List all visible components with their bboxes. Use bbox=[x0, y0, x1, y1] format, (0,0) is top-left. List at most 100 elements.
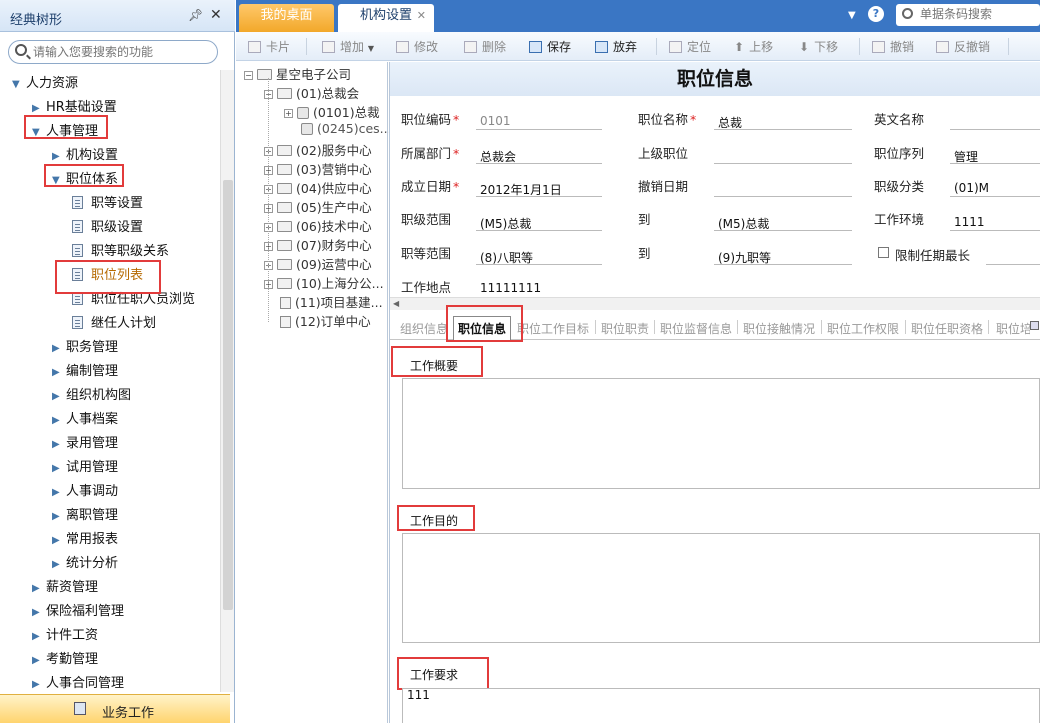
org-tree-node[interactable]: + (09)运营中心 bbox=[264, 254, 372, 272]
chevron-right-icon[interactable]: ▶ bbox=[52, 463, 66, 474]
nav-item[interactable]: ▶ 职务管理 bbox=[52, 336, 118, 358]
chevron-right-icon[interactable]: ▶ bbox=[32, 679, 46, 690]
chevron-right-icon[interactable]: ▶ bbox=[32, 655, 46, 666]
name-field[interactable]: 总裁 bbox=[714, 110, 852, 130]
org-tree-node[interactable]: (0245)ces... bbox=[301, 121, 392, 139]
nav-item[interactable]: ▶ 薪资管理 bbox=[32, 576, 98, 598]
chevron-down-icon[interactable]: ▼ bbox=[12, 79, 26, 90]
function-search-box[interactable] bbox=[8, 40, 218, 64]
nav-item[interactable]: ▼ 人力资源 bbox=[12, 72, 78, 94]
save-button[interactable]: 保存 bbox=[529, 38, 571, 55]
cancel-date-field[interactable] bbox=[714, 177, 852, 197]
nav-item[interactable]: ▶ 试用管理 bbox=[52, 456, 118, 478]
tab-dropdown-icon[interactable]: ▼ bbox=[848, 10, 856, 21]
subtab-training[interactable]: 职位培 bbox=[996, 320, 1030, 337]
scroll-left-icon[interactable]: ◀ bbox=[393, 299, 399, 308]
chevron-right-icon[interactable]: ▶ bbox=[52, 343, 66, 354]
chevron-right-icon[interactable]: ▶ bbox=[52, 439, 66, 450]
grade-range-to-field[interactable]: (9)九职等 bbox=[714, 245, 852, 265]
org-tree-node[interactable]: + (10)上海分公... bbox=[264, 273, 384, 291]
chevron-right-icon[interactable]: ▶ bbox=[52, 367, 66, 378]
org-tree-node[interactable]: + (0101)总裁 bbox=[284, 102, 380, 120]
delete-button[interactable]: 删除 bbox=[464, 38, 506, 55]
chevron-right-icon[interactable]: ▶ bbox=[52, 415, 66, 426]
nav-item[interactable]: 职等职级关系 bbox=[72, 240, 169, 262]
chevron-right-icon[interactable]: ▶ bbox=[32, 103, 46, 114]
limit-tenure-checkbox[interactable] bbox=[878, 247, 889, 258]
function-search-input[interactable] bbox=[33, 44, 213, 60]
tab-my-desktop[interactable]: 我的桌面 bbox=[239, 4, 334, 32]
tab-close-icon[interactable]: ✕ bbox=[417, 4, 426, 28]
modify-button[interactable]: 修改 bbox=[396, 38, 438, 55]
nav-item[interactable]: 职级设置 bbox=[72, 216, 143, 238]
close-icon[interactable]: ✕ bbox=[210, 7, 222, 23]
revoke-button[interactable]: 撤销 bbox=[872, 38, 914, 55]
subtab-duties[interactable]: 职位职责 bbox=[601, 320, 649, 337]
chevron-right-icon[interactable]: ▶ bbox=[52, 487, 66, 498]
requirements-textarea[interactable]: 111 bbox=[402, 688, 1040, 723]
nav-item[interactable]: ▶ 统计分析 bbox=[52, 552, 118, 574]
work-place-field[interactable]: 11111111 bbox=[476, 277, 602, 297]
nav-item[interactable]: ▶ 计件工资 bbox=[32, 624, 98, 646]
org-tree-node[interactable]: − (01)总裁会 bbox=[264, 83, 359, 101]
purpose-textarea[interactable] bbox=[402, 533, 1040, 643]
expand-icon[interactable]: + bbox=[284, 109, 293, 118]
org-tree-node[interactable]: + (02)服务中心 bbox=[264, 140, 372, 158]
parent-position-field[interactable] bbox=[714, 144, 852, 164]
unrevoke-button[interactable]: 反撤销 bbox=[936, 38, 990, 55]
nav-item[interactable]: ▶ 常用报表 bbox=[52, 528, 118, 550]
org-tree-node[interactable]: + (06)技术中心 bbox=[264, 216, 372, 234]
barcode-search-box[interactable] bbox=[896, 4, 1040, 26]
sequence-field[interactable]: 管理 bbox=[950, 144, 1040, 164]
subtab-authority[interactable]: 职位工作权限 bbox=[827, 320, 899, 337]
org-tree-node[interactable]: (12)订单中心 bbox=[280, 311, 371, 329]
org-tree-node[interactable]: + (05)生产中心 bbox=[264, 197, 372, 215]
chevron-right-icon[interactable]: ▶ bbox=[52, 391, 66, 402]
nav-item[interactable]: 职等设置 bbox=[72, 192, 143, 214]
rank-class-field[interactable]: (01)M bbox=[950, 177, 1040, 197]
locate-button[interactable]: 定位 bbox=[669, 38, 711, 55]
nav-item[interactable]: ▶ 人事合同管理 bbox=[32, 672, 124, 694]
chevron-right-icon[interactable]: ▶ bbox=[52, 151, 66, 162]
chevron-right-icon[interactable]: ▶ bbox=[32, 631, 46, 642]
chevron-right-icon[interactable]: ▶ bbox=[52, 511, 66, 522]
established-date-field[interactable]: 2012年1月1日 bbox=[476, 177, 602, 197]
add-button[interactable]: 增加 ▼ bbox=[322, 38, 374, 55]
org-tree-root[interactable]: − 星空电子公司 bbox=[244, 64, 351, 82]
chevron-right-icon[interactable]: ▶ bbox=[52, 535, 66, 546]
subtab-contacts[interactable]: 职位接触情况 bbox=[743, 320, 815, 337]
nav-item[interactable]: ▶ 录用管理 bbox=[52, 432, 118, 454]
nav-item[interactable]: ▶ 机构设置 bbox=[52, 144, 118, 166]
move-up-button[interactable]: ⬆︎ 上移 bbox=[734, 38, 773, 55]
nav-item[interactable]: ▶ 离职管理 bbox=[52, 504, 118, 526]
barcode-search-input[interactable] bbox=[920, 7, 1038, 21]
subtab-supervision[interactable]: 职位监督信息 bbox=[660, 320, 732, 337]
subtab-qualifications[interactable]: 职位任职资格 bbox=[911, 320, 983, 337]
nav-scrollbar-thumb[interactable] bbox=[223, 180, 233, 610]
tab-scroll-icon[interactable] bbox=[1030, 321, 1039, 330]
chevron-right-icon[interactable]: ▶ bbox=[32, 583, 46, 594]
nav-item[interactable]: ▶ 人事档案 bbox=[52, 408, 118, 430]
chevron-right-icon[interactable]: ▶ bbox=[52, 559, 66, 570]
move-down-button[interactable]: ⬇︎ 下移 bbox=[799, 38, 838, 55]
nav-item[interactable]: ▶ 编制管理 bbox=[52, 360, 118, 382]
code-field[interactable]: 0101 bbox=[476, 110, 602, 130]
english-name-field[interactable] bbox=[950, 110, 1040, 130]
collapse-icon[interactable]: − bbox=[244, 71, 253, 80]
org-tree-node[interactable]: + (03)营销中心 bbox=[264, 159, 372, 177]
rank-range-from-field[interactable]: (M5)总裁 bbox=[476, 211, 602, 231]
summary-textarea[interactable] bbox=[402, 378, 1040, 489]
card-button[interactable]: 卡片 bbox=[248, 38, 290, 55]
subtab-work-goal[interactable]: 职位工作目标 bbox=[517, 320, 589, 337]
org-tree-node[interactable]: + (07)财务中心 bbox=[264, 235, 372, 253]
org-tree-node[interactable]: + (04)供应中心 bbox=[264, 178, 372, 196]
nav-item[interactable]: ▶ 组织机构图 bbox=[52, 384, 131, 406]
nav-item[interactable]: ▶ 保险福利管理 bbox=[32, 600, 124, 622]
dept-field[interactable]: 总裁会 bbox=[476, 144, 602, 164]
nav-scrollbar[interactable] bbox=[220, 70, 234, 692]
subtab-org-info[interactable]: 组织信息 bbox=[400, 320, 448, 337]
pin-icon[interactable]: 📌︎ bbox=[188, 8, 203, 22]
nav-item[interactable]: 继任人计划 bbox=[72, 312, 156, 334]
nav-item[interactable]: ▶ 考勤管理 bbox=[32, 648, 98, 670]
tab-org-settings[interactable]: 机构设置 ✕ bbox=[338, 4, 434, 32]
